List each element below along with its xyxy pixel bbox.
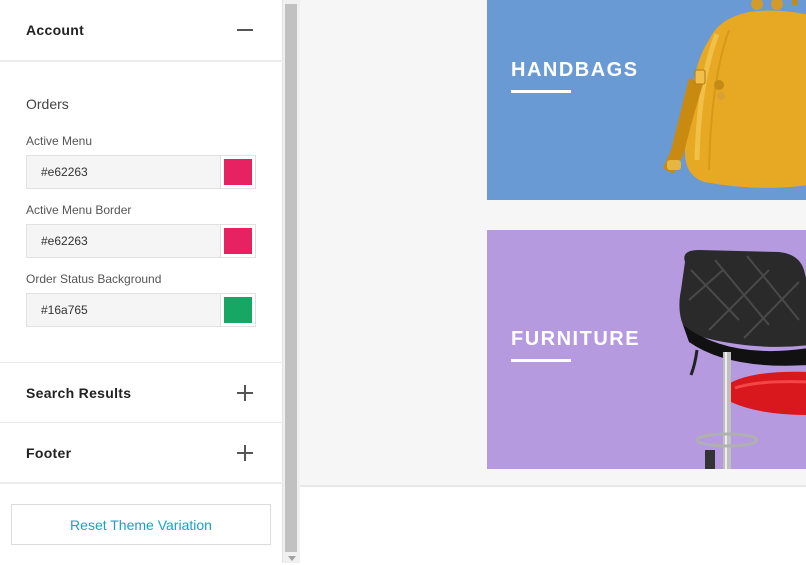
color-swatch [224,297,252,323]
color-field-order-status-background[interactable]: #16a765 [26,293,256,327]
banner-furniture[interactable]: FURNITURE [487,230,806,469]
theme-preview: HANDBAGS FURNITURE [300,0,806,565]
group-title-orders: Orders [26,96,69,112]
reset-theme-variation-button[interactable]: Reset Theme Variation [11,504,271,545]
banner-label: HANDBAGS [511,59,639,81]
divider [0,60,283,62]
chair-image [679,250,806,469]
plus-icon[interactable] [237,385,253,401]
banner-underline [511,90,571,93]
color-swatch [224,159,252,185]
preview-content-area [300,485,806,565]
color-field-active-menu-border[interactable]: #e62263 [26,224,256,258]
banner-label: FURNITURE [511,328,641,350]
field-label-active-menu: Active Menu [26,134,93,148]
sidebar-scrollbar[interactable] [283,0,300,563]
section-header-search-results[interactable]: Search Results [0,363,283,423]
field-label-active-menu-border: Active Menu Border [26,203,132,217]
color-swatch [224,228,252,254]
color-swatch-button[interactable] [220,225,255,257]
customizer-sidebar: Account Orders Active Menu #e62263 Activ… [0,0,283,563]
field-label-order-status-background: Order Status Background [26,272,162,286]
color-swatch-button[interactable] [220,156,255,188]
handbag-image [663,0,806,188]
plus-icon[interactable] [237,445,253,461]
scroll-down-arrow-icon[interactable] [288,556,296,561]
section-title-account: Account [26,22,85,38]
banner-handbags[interactable]: HANDBAGS [487,0,806,200]
color-field-active-menu[interactable]: #e62263 [26,155,256,189]
section-header-account[interactable]: Account [0,0,283,60]
color-value-input[interactable]: #16a765 [27,303,220,317]
banner-underline [511,359,571,362]
color-swatch-button[interactable] [220,294,255,326]
section-title-footer: Footer [26,445,72,461]
divider [0,482,283,484]
section-header-footer[interactable]: Footer [0,423,283,483]
color-value-input[interactable]: #e62263 [27,165,220,179]
color-value-input[interactable]: #e62263 [27,234,220,248]
scrollbar-thumb[interactable] [285,4,297,552]
section-title-search-results: Search Results [26,385,132,401]
minus-icon[interactable] [237,22,253,38]
